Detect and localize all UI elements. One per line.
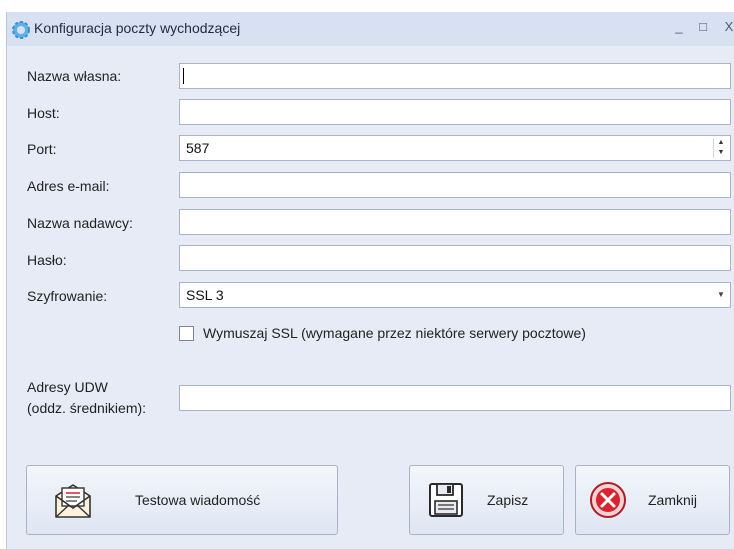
encryption-label: Szyfrowanie: xyxy=(27,288,108,304)
sender-name-input[interactable] xyxy=(179,209,731,235)
encryption-select[interactable]: SSL 3 ▼ xyxy=(179,282,731,308)
bcc-label-line1: Adresy UDW xyxy=(27,379,108,395)
close-button[interactable]: Zamknij xyxy=(575,465,730,535)
floppy-disk-icon xyxy=(429,483,463,517)
email-label: Adres e-mail: xyxy=(27,178,110,194)
minimize-button[interactable]: _ xyxy=(668,16,690,38)
bcc-label-line2: (oddz. średnikiem): xyxy=(27,400,147,416)
chevron-down-icon[interactable]: ▼ xyxy=(712,283,730,307)
port-spin-buttons[interactable]: ▲ ▼ xyxy=(713,138,728,158)
port-stepper[interactable]: 587 ▲ ▼ xyxy=(179,135,731,161)
bcc-input[interactable] xyxy=(179,385,731,411)
mail-config-window: Konfiguracja poczty wychodzącej _ □ X Na… xyxy=(6,12,734,549)
gear-icon xyxy=(12,21,30,39)
port-value: 587 xyxy=(186,140,210,156)
port-label: Port: xyxy=(27,141,57,157)
name-input[interactable] xyxy=(179,63,731,89)
sender-label: Nazwa nadawcy: xyxy=(27,215,133,231)
test-message-label: Testowa wiadomość xyxy=(135,492,261,508)
window-title: Konfiguracja poczty wychodzącej xyxy=(34,20,241,36)
maximize-button[interactable]: □ xyxy=(692,16,714,38)
encryption-value: SSL 3 xyxy=(186,287,224,303)
name-label: Nazwa własna: xyxy=(27,68,122,84)
close-label: Zamknij xyxy=(648,492,698,508)
envelope-icon xyxy=(55,484,91,518)
force-ssl-label[interactable]: Wymuszaj SSL (wymagane przez niektóre se… xyxy=(203,325,586,341)
test-message-button[interactable]: Testowa wiadomość xyxy=(26,465,338,535)
save-label: Zapisz xyxy=(487,492,529,508)
text-caret xyxy=(183,68,184,84)
close-window-button[interactable]: X xyxy=(718,16,734,38)
spin-up-icon[interactable]: ▲ xyxy=(714,138,728,148)
spin-down-icon[interactable]: ▼ xyxy=(714,148,728,158)
host-label: Host: xyxy=(27,105,60,121)
save-button[interactable]: Zapisz xyxy=(409,465,564,535)
password-label: Hasło: xyxy=(27,252,67,268)
host-input[interactable] xyxy=(179,99,731,125)
email-field[interactable] xyxy=(179,172,731,198)
password-input[interactable] xyxy=(179,245,731,271)
force-ssl-checkbox[interactable] xyxy=(179,326,194,341)
close-circle-icon xyxy=(590,482,626,518)
title-bar: Konfiguracja poczty wychodzącej _ □ X xyxy=(7,12,734,46)
